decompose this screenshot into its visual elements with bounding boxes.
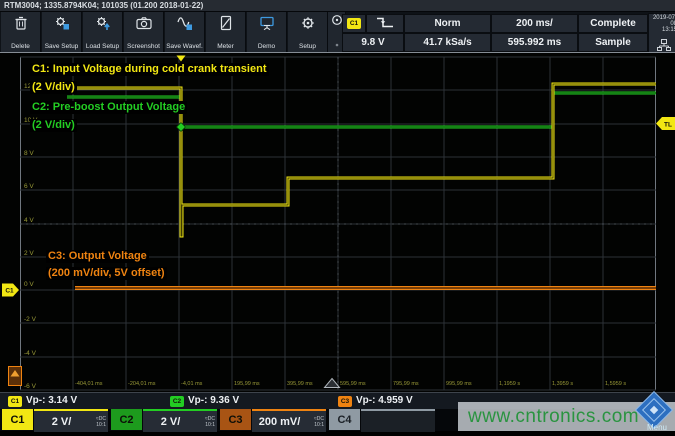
annotation-c2-title: C2: Pre-boost Output Voltage: [30, 101, 187, 114]
button-label: Load Setup: [86, 43, 119, 50]
channel-c2-settings[interactable]: 2 V/ ≈DC10:1: [143, 409, 217, 432]
load-setup-gear-icon: [94, 15, 112, 36]
datetime-panel: 2019-07-08 13:15: [648, 13, 675, 55]
trigger-level-value: 9.8 V: [361, 37, 384, 48]
button-label: Save Wavef.: [166, 43, 203, 50]
channel-c3-settings[interactable]: 200 mV/ ≈DC10:1: [252, 409, 326, 432]
toolbar: Delete Save Setup Load Setup Screenshot …: [0, 12, 675, 52]
save-waveform-button[interactable]: Save Wavef.: [165, 12, 205, 52]
channel-c1-button[interactable]: C1: [2, 409, 33, 430]
annotation-c1-scale: (2 V/div): [30, 81, 77, 94]
presentation-screen-icon: [258, 15, 276, 36]
meter-icon: [217, 15, 235, 36]
delete-button[interactable]: Delete: [1, 12, 41, 52]
trigger-source-cell[interactable]: C1: [342, 14, 366, 33]
timebase-cell[interactable]: 200 ms/: [491, 14, 578, 33]
time-value: 13:15: [662, 27, 675, 33]
annotation-c1-title: C1: Input Voltage during cold crank tran…: [30, 63, 269, 76]
measurement-1-channel-badge[interactable]: C1: [8, 396, 22, 407]
timebase-value: 200 ms/: [516, 18, 553, 29]
gear-icon: [299, 15, 317, 36]
channel-c1-scale: 2 V/: [34, 416, 89, 428]
measurement-1-value: Vp-: 3.14 V: [26, 395, 77, 406]
circle-dot-icon: [331, 13, 343, 31]
channel-c4-settings[interactable]: [361, 409, 435, 432]
date-value: 2019-07-08: [651, 15, 675, 27]
save-setup-gear-icon: [53, 15, 71, 36]
channel-c2-button[interactable]: C2: [111, 409, 142, 430]
channel-c3-button[interactable]: C3: [220, 409, 251, 430]
button-label: Setup: [299, 43, 316, 50]
camera-icon: [135, 15, 153, 36]
sample-rate-cell[interactable]: 41.7 kSa/s: [404, 33, 491, 52]
trigger-mode-cell[interactable]: Norm: [404, 14, 491, 33]
sample-rate-value: 41.7 kSa/s: [423, 37, 471, 48]
trash-icon: [12, 15, 30, 36]
button-label: Screenshot: [127, 43, 160, 50]
channel-c3-coupling: ≈DC10:1: [307, 416, 326, 428]
acquisition-status-value: Complete: [590, 18, 636, 29]
annotation-c3-title: C3: Output Voltage: [46, 250, 149, 263]
measurement-3-value: Vp-: 4.959 V: [356, 395, 413, 406]
load-setup-button[interactable]: Load Setup: [83, 12, 123, 52]
trigger-mode-value: Norm: [434, 18, 460, 29]
acquire-mode-cell[interactable]: Sample: [578, 33, 648, 52]
meter-button[interactable]: Meter: [206, 12, 246, 52]
measurement-3-channel-badge[interactable]: C3: [338, 396, 352, 407]
falling-edge-icon: [374, 16, 396, 32]
horizontal-position-cell[interactable]: 595.992 ms: [491, 33, 578, 52]
button-label: Save Setup: [45, 43, 79, 50]
network-icon: [657, 39, 671, 53]
channel-c2-scale: 2 V/: [143, 416, 198, 428]
screenshot-button[interactable]: Screenshot: [124, 12, 164, 52]
button-label: Demo: [258, 43, 275, 50]
channel-c3-scale: 200 mV/: [252, 416, 307, 428]
waveform-icon: [176, 15, 194, 36]
channel-c1-settings[interactable]: 2 V/ ≈DC10:1: [34, 409, 108, 432]
annotation-c2-scale: (2 V/div): [30, 119, 77, 132]
acquire-mode-value: Sample: [595, 37, 631, 48]
dot-icon: [335, 34, 339, 52]
watermark-text: www.cntronics.com: [468, 406, 639, 428]
menu-button[interactable]: Menu: [638, 423, 675, 432]
measurement-2-channel-badge[interactable]: C2: [170, 396, 184, 407]
channel-c4-button[interactable]: C4: [329, 409, 360, 430]
trigger-level-cell[interactable]: 9.8 V: [342, 33, 404, 52]
trigger-source-badge: C1: [347, 18, 361, 29]
button-label: Delete: [11, 43, 30, 50]
channel-c2-coupling: ≈DC10:1: [198, 416, 217, 428]
save-setup-button[interactable]: Save Setup: [42, 12, 82, 52]
channel-c1-coupling: ≈DC10:1: [89, 416, 108, 428]
horizontal-position-value: 595.992 ms: [508, 37, 561, 48]
acquisition-status-cell[interactable]: Complete: [578, 14, 648, 33]
measurement-2-value: Vp-: 9.36 V: [188, 395, 239, 406]
trigger-slope-cell[interactable]: [366, 14, 404, 33]
annotation-c3-scale: (200 mV/div, 5V offset): [46, 267, 167, 280]
demo-button[interactable]: Demo: [247, 12, 287, 52]
button-label: Meter: [217, 43, 234, 50]
setup-button[interactable]: Setup: [288, 12, 328, 52]
device-info-bar: RTM3004; 1335.8794K04; 101035 (01.200 20…: [0, 0, 675, 12]
